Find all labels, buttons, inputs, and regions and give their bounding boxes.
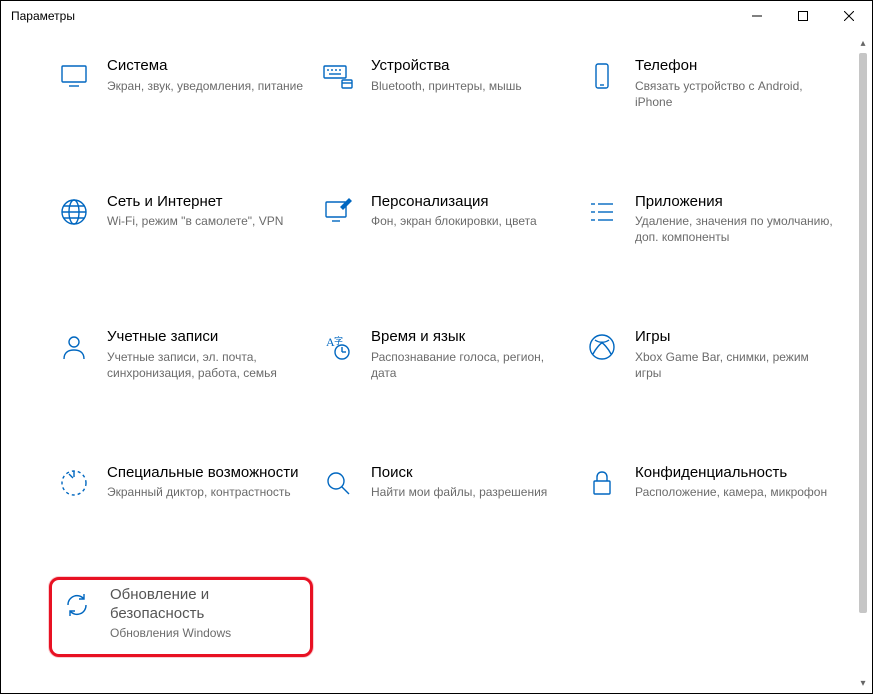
update-icon <box>60 588 94 622</box>
tile-time-language[interactable]: A字 Время и язык Распознавание голоса, рег… <box>313 322 577 394</box>
scroll-thumb[interactable] <box>859 53 867 613</box>
tile-title: Время и язык <box>371 328 569 347</box>
tile-personalization[interactable]: ПерсонализацияФон, экран блокировки, цве… <box>313 187 577 259</box>
tile-desc: Расположение, камера, микрофон <box>635 484 833 500</box>
tile-title: Персонализация <box>371 193 569 212</box>
search-icon <box>321 466 355 500</box>
tile-privacy[interactable]: КонфиденциальностьРасположение, камера, … <box>577 458 841 513</box>
maximize-button[interactable] <box>780 1 826 31</box>
tile-devices[interactable]: Устройства Bluetooth, принтеры, мышь <box>313 51 577 123</box>
tile-desc: Учетные записи, эл. почта, синхронизация… <box>107 349 305 381</box>
tile-ease-of-access[interactable]: Специальные возможностиЭкранный диктор, … <box>49 458 313 513</box>
tile-desc: Фон, экран блокировки, цвета <box>371 213 569 229</box>
tile-desc: Обновления Windows <box>110 625 302 641</box>
paint-icon <box>321 195 355 229</box>
tile-desc: Wi-Fi, режим "в самолете", VPN <box>107 213 305 229</box>
tile-search[interactable]: ПоискНайти мои файлы, разрешения <box>313 458 577 513</box>
tile-title: Поиск <box>371 464 569 483</box>
close-button[interactable] <box>826 1 872 31</box>
ease-icon <box>57 466 91 500</box>
tile-desc: Найти мои файлы, разрешения <box>371 484 569 500</box>
tile-apps[interactable]: ПриложенияУдаление, значения по умолчани… <box>577 187 841 259</box>
tile-desc: Распознавание голоса, регион, дата <box>371 349 569 381</box>
keyboard-icon <box>321 59 355 93</box>
settings-grid: Система Экран, звук, уведомления, питание… <box>1 31 872 691</box>
globe-icon <box>57 195 91 229</box>
tile-title: Обновление и безопасность <box>110 586 302 624</box>
tile-title: Система <box>107 57 305 76</box>
display-icon <box>57 59 91 93</box>
phone-icon <box>585 59 619 93</box>
minimize-button[interactable] <box>734 1 780 31</box>
tile-title: Устройства <box>371 57 569 76</box>
tile-title: Конфиденциальность <box>635 464 833 483</box>
tile-gaming[interactable]: Игры Xbox Game Bar, снимки, режим игры <box>577 322 841 394</box>
scrollbar[interactable]: ▴ ▾ <box>856 35 870 691</box>
scroll-up-icon[interactable]: ▴ <box>856 35 870 51</box>
window-title: Параметры <box>11 9 75 23</box>
tile-title: Телефон <box>635 57 833 76</box>
person-icon <box>57 330 91 364</box>
tile-title: Приложения <box>635 193 833 212</box>
tile-title: Учетные записи <box>107 328 305 347</box>
tile-update-security[interactable]: Обновление и безопасностьОбновления Wind… <box>49 577 313 657</box>
tile-desc: Экран, звук, уведомления, питание <box>107 78 305 94</box>
time-language-icon: A字 <box>321 330 355 364</box>
tile-title: Игры <box>635 328 833 347</box>
tile-network[interactable]: Сеть и ИнтернетWi-Fi, режим "в самолете"… <box>49 187 313 259</box>
tile-title: Сеть и Интернет <box>107 193 305 212</box>
titlebar: Параметры <box>1 1 872 31</box>
xbox-icon <box>585 330 619 364</box>
tile-system[interactable]: Система Экран, звук, уведомления, питание <box>49 51 313 123</box>
tile-desc: Xbox Game Bar, снимки, режим игры <box>635 349 833 381</box>
tile-desc: Связать устройство с Android, iPhone <box>635 78 833 110</box>
window-controls <box>734 1 872 31</box>
tile-desc: Экранный диктор, контрастность <box>107 484 305 500</box>
tile-phone[interactable]: Телефон Связать устройство с Android, iPh… <box>577 51 841 123</box>
tile-desc: Удаление, значения по умолчанию, доп. ко… <box>635 213 833 245</box>
scroll-down-icon[interactable]: ▾ <box>856 675 870 691</box>
tile-title: Специальные возможности <box>107 464 305 483</box>
lock-icon <box>585 466 619 500</box>
tile-desc: Bluetooth, принтеры, мышь <box>371 78 569 94</box>
tile-accounts[interactable]: Учетные записи Учетные записи, эл. почта,… <box>49 322 313 394</box>
apps-icon <box>585 195 619 229</box>
